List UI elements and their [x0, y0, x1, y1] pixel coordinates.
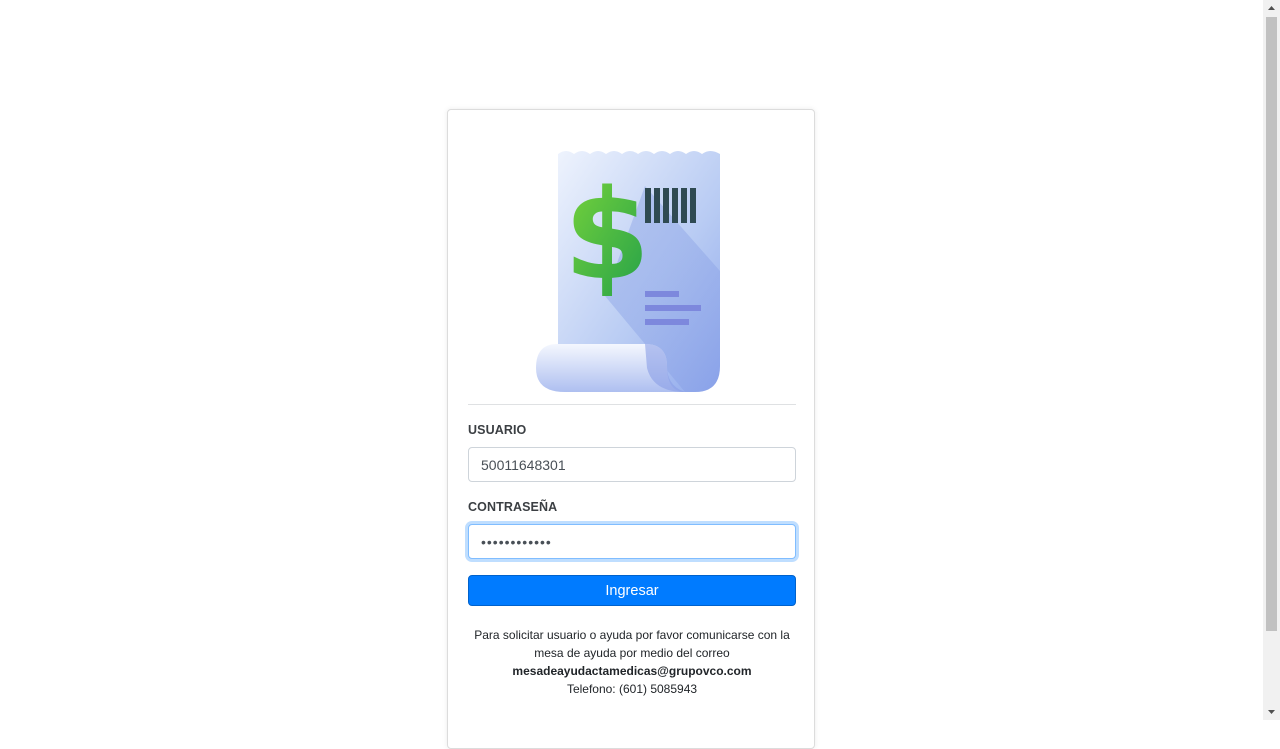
password-label: CONTRASEÑA	[468, 500, 558, 514]
divider	[468, 404, 796, 405]
login-card: $ USUARIO CONTRASEÑA Ingresar Para solic…	[447, 109, 815, 749]
svg-text:$: $	[564, 164, 650, 308]
vertical-scrollbar[interactable]	[1263, 0, 1280, 720]
scroll-thumb[interactable]	[1266, 17, 1277, 631]
help-phone: Telefono: (601) 5085943	[566, 682, 698, 696]
login-button[interactable]: Ingresar	[468, 575, 796, 606]
scroll-down-icon[interactable]	[1263, 703, 1280, 720]
receipt-dollar-icon: $	[536, 151, 720, 392]
scroll-up-icon[interactable]	[1263, 0, 1280, 17]
help-line-2: mesa de ayuda por medio del correo	[534, 646, 730, 660]
username-label: USUARIO	[468, 423, 527, 437]
help-line-1: Para solicitar usuario o ayuda por favor…	[474, 628, 790, 642]
help-email: mesadeayudactamedicas@grupovco.com	[512, 664, 752, 678]
password-input[interactable]	[468, 524, 796, 559]
username-input[interactable]	[468, 447, 796, 482]
help-text: Para solicitar usuario o ayuda por favor…	[468, 626, 796, 698]
